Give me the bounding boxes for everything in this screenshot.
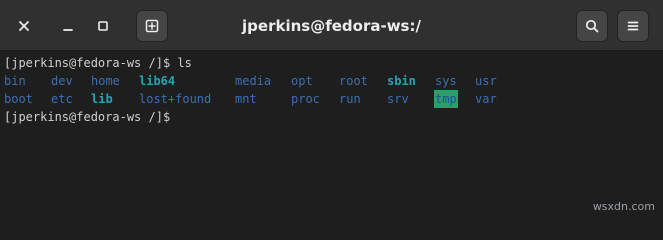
symlink-entry: lib64	[139, 74, 176, 88]
close-button[interactable]	[8, 10, 40, 42]
ls-output-row-1: bin dev home lib64 media opt root sbin s…	[4, 72, 663, 90]
sticky-dir-entry: tmp	[434, 90, 458, 108]
new-tab-button[interactable]	[136, 10, 168, 42]
minimize-button[interactable]	[52, 10, 84, 42]
terminal-window: jperkins@fedora-ws:/ [jperkins@fedora-ws…	[0, 0, 663, 217]
dir-entry: boot	[4, 92, 33, 106]
dir-entry: sys	[435, 74, 457, 88]
close-icon	[19, 21, 29, 31]
dir-entry: lost+found	[139, 92, 212, 106]
search-icon	[585, 19, 599, 33]
dir-entry: usr	[475, 74, 497, 88]
dir-entry: srv	[387, 92, 409, 106]
terminal-output[interactable]: [jperkins@fedora-ws /]$ ls bin dev home …	[0, 52, 663, 217]
dir-entry: var	[475, 92, 497, 106]
dir-entry: opt	[291, 74, 313, 88]
dir-entry: bin	[4, 74, 26, 88]
dir-entry: etc	[51, 92, 73, 106]
dir-entry: run	[339, 92, 361, 106]
dir-entry: mnt	[235, 92, 257, 106]
maximize-button[interactable]	[87, 10, 119, 42]
minimize-icon	[63, 29, 73, 31]
symlink-entry: lib	[91, 92, 113, 106]
dir-entry: home	[91, 74, 120, 88]
header-bar: jperkins@fedora-ws:/	[0, 0, 663, 51]
prompt-line: [jperkins@fedora-ws /]$	[4, 108, 663, 126]
dir-entry: media	[235, 74, 272, 88]
new-tab-icon	[145, 19, 159, 33]
command-line: [jperkins@fedora-ws /]$ ls	[4, 54, 663, 72]
prompt: [jperkins@fedora-ws /]$	[4, 56, 178, 70]
menu-button[interactable]	[617, 10, 649, 42]
dir-entry: root	[339, 74, 368, 88]
hamburger-menu-icon	[627, 21, 639, 31]
dir-entry: proc	[291, 92, 320, 106]
symlink-entry: sbin	[387, 74, 416, 88]
ls-output-row-2: boot etc lib lost+found mnt proc run srv…	[4, 90, 663, 108]
command: ls	[177, 56, 192, 70]
maximize-icon	[98, 21, 108, 31]
watermark: wsxdn.com	[592, 200, 655, 213]
prompt: [jperkins@fedora-ws /]$	[4, 110, 178, 124]
dir-entry: dev	[51, 74, 73, 88]
search-button[interactable]	[576, 10, 608, 42]
